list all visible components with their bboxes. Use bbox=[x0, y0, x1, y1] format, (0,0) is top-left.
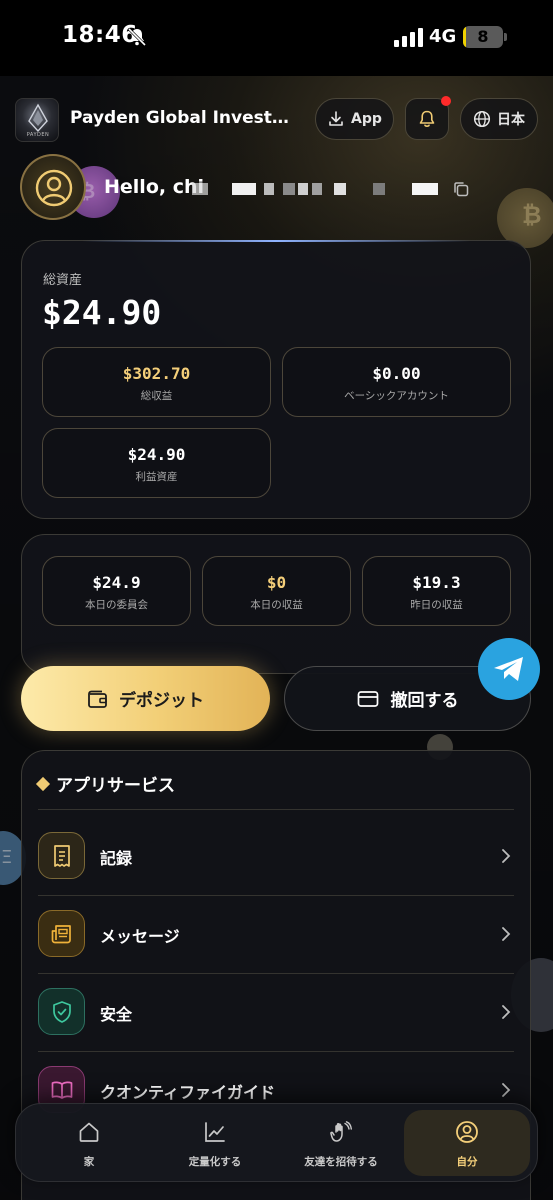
basic-account-label: ベーシックアカウント bbox=[344, 390, 449, 402]
app-screen: PAYDEN Payden Global Investme... App 日本 bbox=[0, 76, 553, 1200]
language-button[interactable]: 日本 bbox=[460, 98, 538, 140]
shield-check-icon bbox=[52, 1000, 71, 1023]
app-services-title: アプリサービス bbox=[56, 776, 175, 796]
avatar[interactable] bbox=[20, 154, 86, 220]
tab-home[interactable]: 家 bbox=[26, 1110, 152, 1176]
service-item-messages[interactable]: メッセージ bbox=[38, 895, 518, 973]
tab-label: 定量化する bbox=[188, 1156, 242, 1168]
diamond-icon bbox=[35, 776, 51, 791]
withdraw-label: 撤回する bbox=[390, 691, 459, 711]
yesterday-earnings-stat: $19.3 昨日の収益 bbox=[362, 556, 511, 626]
bottom-tab-bar: 家 定量化する 友達を招待する 自分 bbox=[15, 1103, 538, 1182]
deposit-button[interactable]: デポジット bbox=[21, 666, 270, 731]
battery-icon: 8 bbox=[463, 26, 503, 48]
profit-assets-value: $24.90 bbox=[127, 445, 186, 464]
user-avatar-icon bbox=[35, 169, 73, 207]
brand-logo[interactable]: PAYDEN bbox=[15, 98, 59, 142]
download-icon bbox=[329, 111, 343, 126]
today-commission-label: 本日の委員会 bbox=[85, 599, 148, 611]
today-commission-stat: $24.9 本日の委員会 bbox=[42, 556, 191, 626]
wallet-icon bbox=[88, 690, 107, 708]
chevron-right-icon bbox=[502, 849, 511, 863]
service-item-security[interactable]: 安全 bbox=[38, 973, 518, 1051]
today-earnings-stat: $0 本日の収益 bbox=[202, 556, 351, 626]
total-assets-label: 総資産 bbox=[43, 273, 83, 288]
notification-badge bbox=[441, 96, 451, 106]
tab-label: 友達を招待する bbox=[304, 1156, 378, 1168]
network-type: 4G bbox=[429, 26, 457, 47]
today-earnings-value: $0 bbox=[266, 573, 287, 592]
download-app-button[interactable]: App bbox=[315, 98, 394, 140]
silent-bell-icon bbox=[127, 27, 147, 47]
chevron-right-icon bbox=[502, 1005, 511, 1019]
masked-username bbox=[334, 183, 346, 195]
newspaper-icon bbox=[51, 924, 71, 943]
daily-earnings-card: $24.9 本日の委員会 $0 本日の収益 $19.3 昨日の収益 bbox=[21, 534, 531, 674]
yesterday-earnings-value: $19.3 bbox=[412, 573, 461, 592]
profit-assets-stat: $24.90 利益資産 bbox=[42, 428, 271, 498]
notifications-button[interactable] bbox=[405, 96, 451, 140]
basic-account-stat: $0.00 ベーシックアカウント bbox=[282, 347, 511, 417]
globe-icon bbox=[473, 110, 491, 128]
tab-me[interactable]: 自分 bbox=[404, 1110, 530, 1176]
chevron-right-icon bbox=[502, 927, 511, 941]
book-icon bbox=[51, 1080, 72, 1099]
service-label: クオンティファイガイド bbox=[100, 1083, 276, 1102]
home-icon bbox=[79, 1122, 99, 1142]
logo-text: PAYDEN bbox=[26, 132, 50, 138]
bell-icon bbox=[419, 110, 435, 127]
service-icon-box bbox=[38, 988, 85, 1035]
basic-account-value: $0.00 bbox=[372, 364, 421, 383]
service-label: 記録 bbox=[100, 849, 133, 868]
today-commission-value: $24.9 bbox=[92, 573, 141, 592]
battery-cap bbox=[504, 33, 507, 41]
total-income-value: $302.70 bbox=[122, 364, 191, 383]
masked-username bbox=[412, 183, 438, 195]
profit-assets-label: 利益資産 bbox=[135, 471, 178, 483]
masked-username bbox=[312, 183, 322, 195]
tab-invite-friends[interactable]: 友達を招待する bbox=[278, 1110, 404, 1176]
user-greeting: ₿ Hello, chi bbox=[20, 154, 533, 222]
masked-username bbox=[373, 183, 385, 195]
telegram-button[interactable] bbox=[478, 638, 540, 700]
masked-username bbox=[283, 183, 295, 195]
service-label: 安全 bbox=[100, 1005, 133, 1024]
app-button-label: App bbox=[351, 111, 382, 127]
masked-username bbox=[232, 183, 256, 195]
tab-quantify[interactable]: 定量化する bbox=[152, 1110, 278, 1176]
total-income-stat: $302.70 総収益 bbox=[42, 347, 271, 417]
total-assets-value: $24.90 bbox=[42, 293, 162, 332]
masked-username bbox=[264, 183, 274, 195]
header: PAYDEN Payden Global Investme... App 日本 bbox=[15, 96, 538, 142]
tab-label: 自分 bbox=[456, 1156, 478, 1168]
signal-icon bbox=[394, 28, 423, 47]
service-item-records[interactable]: 記録 bbox=[38, 817, 518, 895]
yesterday-earnings-label: 昨日の収益 bbox=[410, 599, 463, 611]
service-icon-box bbox=[38, 832, 85, 879]
chevron-right-icon bbox=[502, 1083, 511, 1097]
total-income-label: 総収益 bbox=[140, 390, 173, 402]
today-earnings-label: 本日の収益 bbox=[250, 599, 303, 611]
masked-username bbox=[298, 183, 308, 195]
chart-line-icon bbox=[205, 1122, 225, 1142]
tab-label: 家 bbox=[83, 1156, 95, 1168]
user-circle-icon bbox=[456, 1121, 478, 1143]
total-assets-card: 総資産 $24.90 $302.70 総収益 $0.00 ベーシックアカウント … bbox=[21, 240, 531, 519]
credit-card-icon bbox=[357, 690, 378, 707]
status-bar: 18:46 4G 8 bbox=[0, 0, 553, 76]
brand-name: Payden Global Investme... bbox=[70, 108, 295, 128]
service-icon-box bbox=[38, 910, 85, 957]
battery-percent: 8 bbox=[477, 27, 489, 46]
masked-username bbox=[192, 183, 208, 195]
greeting-text: Hello, chi bbox=[104, 176, 205, 198]
deposit-label: デポジット bbox=[119, 691, 204, 711]
app-services-heading: アプリサービス bbox=[35, 771, 175, 796]
language-label: 日本 bbox=[497, 112, 525, 128]
copy-icon[interactable] bbox=[452, 180, 470, 198]
receipt-icon bbox=[53, 844, 70, 867]
wave-hand-icon bbox=[330, 1121, 352, 1142]
telegram-icon bbox=[494, 657, 523, 681]
service-label: メッセージ bbox=[100, 927, 180, 946]
divider bbox=[38, 809, 514, 810]
